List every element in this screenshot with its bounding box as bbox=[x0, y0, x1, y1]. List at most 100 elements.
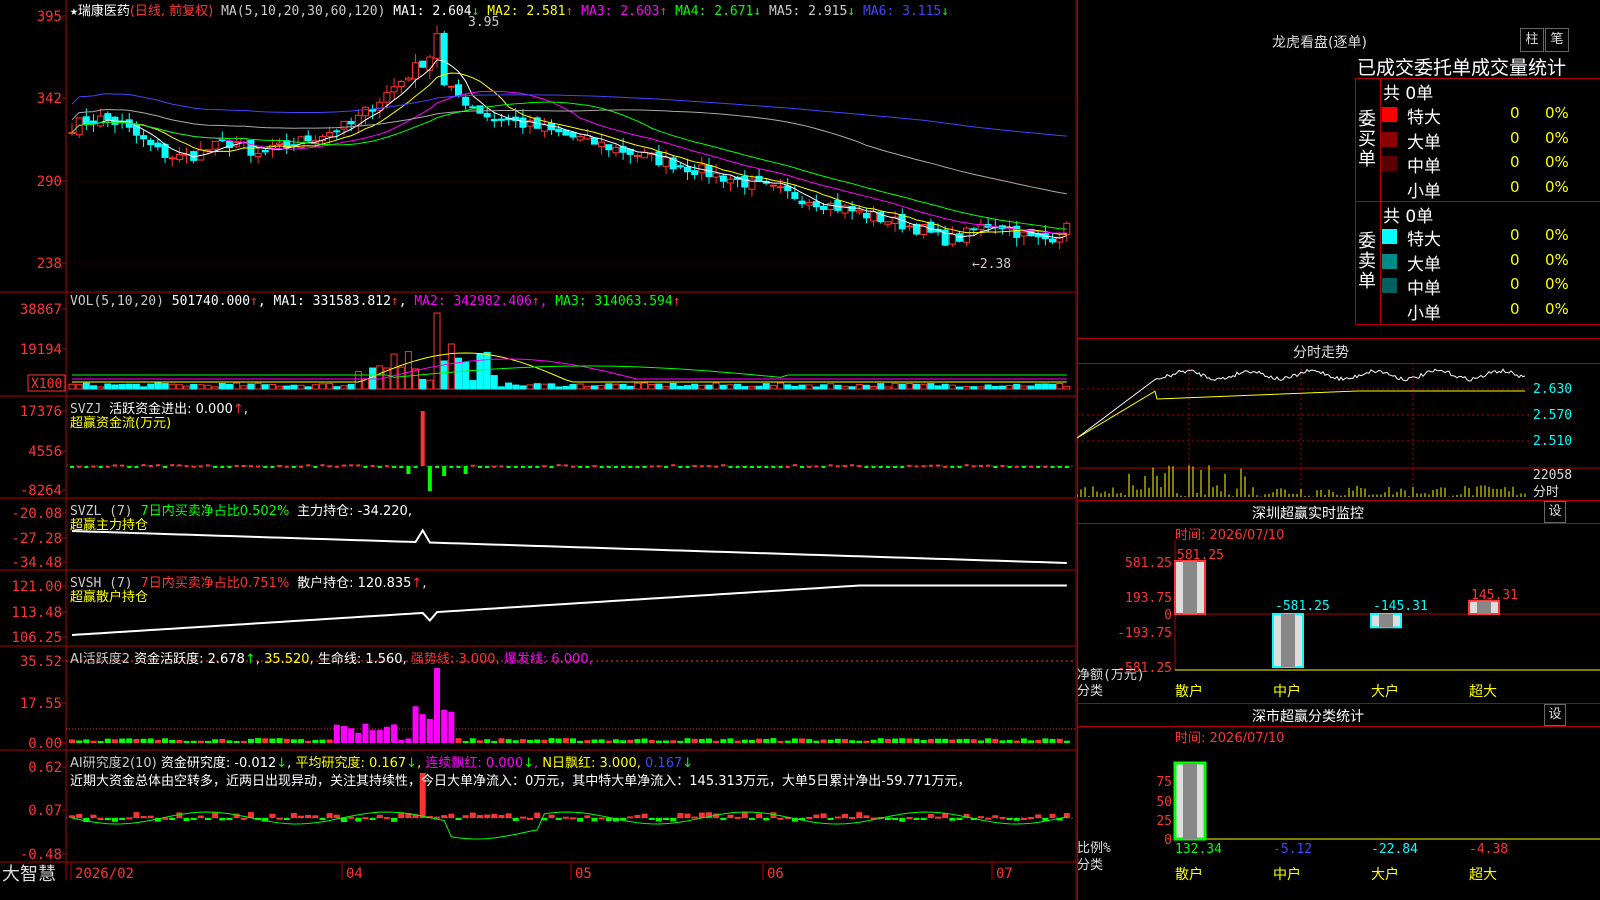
monitor-settings-button[interactable]: 设 bbox=[1544, 501, 1566, 523]
stat-row: 特大 0 0% bbox=[1382, 225, 1600, 250]
ai-act-bar bbox=[111, 739, 118, 743]
svzj-bar bbox=[334, 465, 339, 468]
candle-body bbox=[97, 115, 105, 127]
vol-bar bbox=[433, 312, 441, 390]
monitor-class-label: 分类 bbox=[1077, 684, 1103, 699]
stat-row: 中单 0 0% bbox=[1382, 152, 1600, 177]
vol-bar bbox=[447, 343, 455, 390]
candle-body bbox=[948, 233, 956, 245]
vol-bar bbox=[855, 383, 863, 390]
vol-bar bbox=[963, 386, 971, 390]
svzj-bar bbox=[549, 466, 554, 468]
pen-view-button[interactable]: 笔 bbox=[1545, 28, 1569, 52]
classify-category: 中户 bbox=[1273, 866, 1301, 883]
vol-bar bbox=[118, 384, 126, 390]
svzj-bar bbox=[971, 465, 976, 468]
star-icon[interactable]: ★ bbox=[70, 4, 78, 19]
candle-body bbox=[419, 60, 427, 68]
candle-body bbox=[820, 205, 827, 210]
candle-body bbox=[555, 128, 563, 133]
ai-act-bar bbox=[820, 739, 827, 743]
price-low-label: ←2.38 bbox=[972, 257, 1011, 272]
ai-res-bar bbox=[720, 818, 727, 821]
svzj-bar bbox=[105, 465, 110, 468]
ai-act-bar bbox=[119, 738, 126, 743]
ai-res-bar bbox=[1028, 817, 1035, 820]
period-label[interactable]: (日线, 前复权) bbox=[130, 4, 213, 19]
svzj-bar bbox=[363, 466, 368, 468]
candle-body bbox=[769, 184, 777, 187]
candle-body bbox=[383, 91, 391, 103]
svzj-bar bbox=[714, 465, 719, 468]
candle-body bbox=[89, 120, 97, 124]
svzj-bar bbox=[635, 466, 640, 468]
candle-body bbox=[719, 175, 727, 182]
ai-act-bar bbox=[827, 739, 834, 743]
vol-bar bbox=[891, 382, 899, 390]
ai-act-bar bbox=[534, 739, 541, 743]
ai-res-header: AI研究度2(10) 资金研究度: -0.012↓, 平均研究度: 0.167↓… bbox=[70, 752, 693, 771]
ai-act-bar bbox=[985, 738, 992, 743]
ai-act-bar bbox=[462, 740, 469, 743]
vol-bar bbox=[569, 384, 577, 390]
svzj-bar bbox=[370, 464, 375, 467]
ai-act-bar bbox=[519, 739, 526, 743]
stat-row-pct: 0% bbox=[1545, 177, 1569, 196]
vol-bar bbox=[140, 386, 148, 390]
ai-act-bar bbox=[369, 730, 376, 743]
ai-res-bar bbox=[777, 817, 784, 820]
ai-res-bar bbox=[555, 818, 562, 820]
svzj-bar bbox=[449, 466, 454, 468]
ai-act-bar bbox=[348, 728, 355, 743]
vol-bar bbox=[633, 382, 641, 390]
ai-res-bar bbox=[376, 814, 383, 818]
ai-act-v2: 35.520, bbox=[264, 652, 314, 667]
ai-act-bar bbox=[877, 738, 884, 743]
candle-body bbox=[884, 221, 892, 225]
candle-body bbox=[605, 144, 613, 151]
candle-body bbox=[676, 165, 684, 168]
vol-bar bbox=[848, 386, 856, 390]
ai-act-bar bbox=[133, 738, 140, 743]
candle-body bbox=[476, 105, 484, 114]
svzj-bar bbox=[685, 466, 690, 468]
vol-bar bbox=[233, 382, 241, 390]
column-view-button[interactable]: 柱 bbox=[1520, 28, 1544, 52]
candle-body bbox=[397, 80, 405, 88]
intraday-chart[interactable]: 2.630 2.570 2.510 22058 分时 bbox=[1077, 363, 1600, 499]
candle-body bbox=[354, 114, 362, 127]
ai-act-bar bbox=[698, 739, 705, 743]
vol-param: VOL(5,10,20) bbox=[70, 294, 164, 309]
ai-res-bar bbox=[319, 818, 326, 820]
svzj-bar bbox=[291, 466, 296, 468]
candle-body bbox=[633, 154, 641, 157]
vol-bar bbox=[719, 384, 727, 390]
vol-bar bbox=[397, 366, 405, 390]
vol-ma2: MA2: 342982.406↑, bbox=[414, 294, 548, 309]
svzj-bar bbox=[313, 466, 318, 468]
svzj-bar bbox=[420, 411, 425, 466]
ai-res-bar bbox=[505, 813, 512, 818]
svzl-line bbox=[71, 528, 1067, 564]
vol-bar bbox=[648, 384, 656, 390]
ma6-line bbox=[71, 93, 1067, 137]
ai-act-bar bbox=[1020, 738, 1027, 743]
ai-act-bar bbox=[319, 739, 326, 743]
classify-settings-button[interactable]: 设 bbox=[1544, 704, 1566, 726]
ai-act-bar bbox=[90, 740, 97, 743]
candle-body bbox=[684, 166, 692, 173]
ai-res-bar bbox=[190, 818, 197, 820]
svzj-bar bbox=[148, 465, 153, 468]
vol-bar bbox=[626, 385, 634, 390]
date-label: 06 bbox=[767, 866, 784, 882]
ai-act-bar bbox=[591, 739, 598, 743]
ai-act-bar bbox=[763, 739, 770, 743]
candle-body bbox=[798, 200, 806, 205]
candle-body bbox=[211, 140, 219, 150]
vol-bar bbox=[82, 382, 90, 390]
ai-res-bar bbox=[641, 813, 648, 818]
vol-bar bbox=[297, 384, 305, 390]
vol-bar bbox=[812, 386, 820, 390]
ai-res-avg: 平均研究度: 0.167↓, bbox=[295, 756, 422, 771]
svzj-bar bbox=[857, 465, 862, 468]
